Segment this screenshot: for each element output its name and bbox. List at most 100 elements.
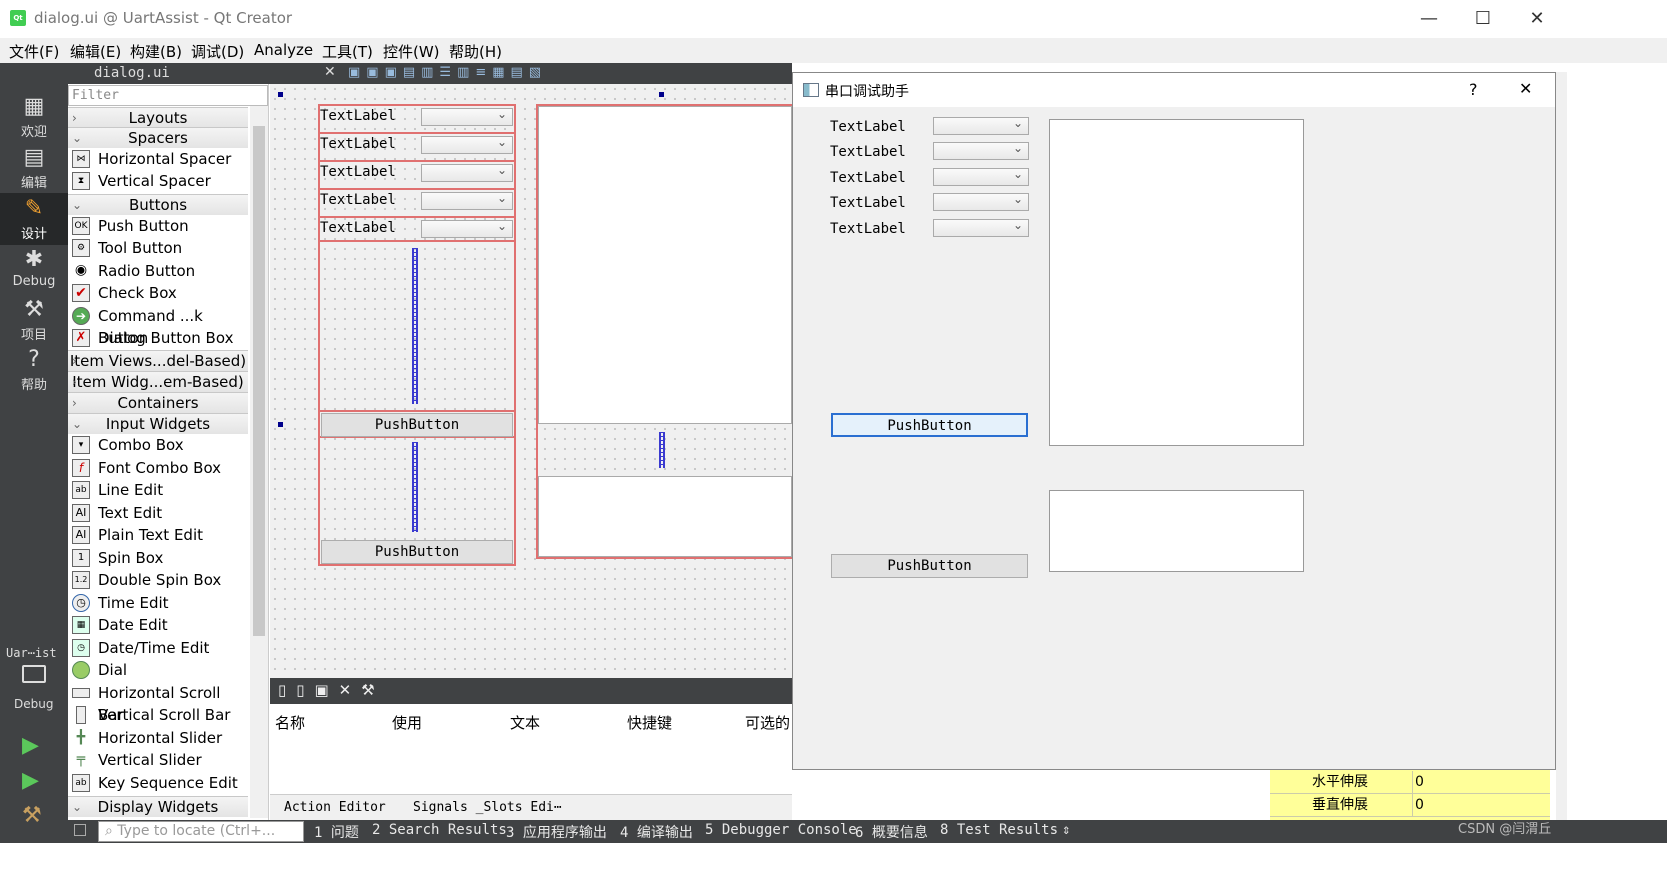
- tab-compile-output[interactable]: 4 编译输出: [620, 822, 693, 842]
- scrollbar-thumb[interactable]: [253, 126, 265, 636]
- menu-widgets[interactable]: 控件(W): [383, 41, 440, 62]
- more-tabs-icon[interactable]: ⇕: [1062, 822, 1070, 838]
- column-checkable[interactable]: 可选的: [745, 712, 790, 733]
- vertical-spacer[interactable]: [412, 442, 418, 532]
- widget-text-edit[interactable]: AI Text Edit: [68, 502, 248, 524]
- form-editor-canvas[interactable]: TextLabel ⌄ TextLabel ⌄ TextLabel ⌄ Text…: [270, 84, 792, 678]
- column-name[interactable]: 名称: [275, 712, 305, 733]
- category-layouts[interactable]: › Layouts: [68, 107, 248, 128]
- action-toolbar-icons[interactable]: ▯▯▣✕⚒: [278, 681, 385, 699]
- close-button[interactable]: ✕: [1514, 4, 1560, 34]
- tab-test-results[interactable]: 8 Test Results: [940, 822, 1058, 838]
- tab-application-output[interactable]: 3 应用程序输出: [506, 822, 607, 842]
- widget-dial[interactable]: Dial: [68, 659, 248, 681]
- form-combo-box[interactable]: ⌄: [421, 219, 513, 238]
- widget-double-spin-box[interactable]: 1.2 Double Spin Box: [68, 569, 248, 591]
- debug-run-icon[interactable]: ▶: [22, 768, 39, 793]
- form-push-button[interactable]: PushButton: [321, 540, 513, 564]
- tab-search-results[interactable]: 2 Search Results: [372, 822, 507, 838]
- widget-line-edit[interactable]: ab Line Edit: [68, 479, 248, 501]
- preview-combo-box[interactable]: ⌄: [933, 141, 1029, 160]
- menu-file[interactable]: 文件(F): [9, 41, 59, 62]
- category-input-widgets[interactable]: ⌄ Input Widgets: [68, 413, 248, 434]
- tab-issues[interactable]: 1 问题: [314, 822, 359, 842]
- widget-datetime-edit[interactable]: ◷ Date/Time Edit: [68, 637, 248, 659]
- widget-spin-box[interactable]: 1 Spin Box: [68, 547, 248, 569]
- vertical-spacer[interactable]: [659, 432, 665, 468]
- menu-tools[interactable]: 工具(T): [322, 41, 373, 62]
- property-value[interactable]: 0: [1412, 771, 1424, 793]
- tab-debugger-console[interactable]: 5 Debugger Console: [705, 822, 857, 838]
- minimize-button[interactable]: —: [1406, 4, 1452, 34]
- build-hammer-icon[interactable]: ⚒: [22, 803, 42, 828]
- document-filename[interactable]: dialog.ui: [94, 65, 170, 81]
- selection-handle[interactable]: [278, 92, 283, 97]
- tab-action-editor[interactable]: Action Editor: [284, 800, 386, 815]
- mode-edit[interactable]: ▤ 编辑: [0, 142, 68, 194]
- widget-dialog-button-box[interactable]: ✗ Dialog Button Box: [68, 327, 248, 349]
- preview-combo-box[interactable]: ⌄: [933, 218, 1029, 237]
- widget-vertical-slider[interactable]: ╤ Vertical Slider: [68, 749, 248, 771]
- widget-key-sequence-edit[interactable]: ab Key Sequence Edit: [68, 772, 248, 794]
- column-text[interactable]: 文本: [510, 712, 540, 733]
- preview-combo-box[interactable]: ⌄: [933, 116, 1029, 135]
- monitor-icon[interactable]: [22, 665, 46, 683]
- menu-debug[interactable]: 调试(D): [191, 41, 244, 62]
- form-text-label[interactable]: TextLabel: [320, 136, 396, 152]
- widget-vertical-spacer[interactable]: ⧗ Vertical Spacer: [68, 170, 248, 192]
- form-text-edit-bottom[interactable]: [538, 476, 792, 557]
- form-text-label[interactable]: TextLabel: [320, 108, 396, 124]
- form-text-label[interactable]: TextLabel: [320, 220, 396, 236]
- layout-toolbar-icons[interactable]: ▣▣▣▤▥☰▥≡▦▤▧: [348, 65, 547, 80]
- widget-radio-button[interactable]: ◉ Radio Button: [68, 260, 248, 282]
- form-combo-box[interactable]: ⌄: [421, 191, 513, 210]
- widget-horizontal-slider[interactable]: ╋ Horizontal Slider: [68, 727, 248, 749]
- widget-tool-button[interactable]: ⚙ Tool Button: [68, 237, 248, 259]
- menu-build[interactable]: 构建(B): [130, 41, 182, 62]
- vertical-spacer[interactable]: [412, 248, 418, 404]
- property-row[interactable]: 垂直伸展 0: [1270, 794, 1550, 817]
- category-buttons[interactable]: ⌄ Buttons: [68, 194, 248, 215]
- preview-combo-box[interactable]: ⌄: [933, 167, 1029, 186]
- category-display-widgets[interactable]: ⌄ Display Widgets: [68, 796, 248, 817]
- form-push-button[interactable]: PushButton: [321, 413, 513, 437]
- mode-help[interactable]: ? 帮助: [0, 344, 68, 396]
- form-text-label[interactable]: TextLabel: [320, 164, 396, 180]
- locator-input[interactable]: ⌕ Type to locate (Ctrl+...: [98, 821, 304, 842]
- selection-handle[interactable]: [278, 422, 283, 427]
- preview-text-edit-top[interactable]: [1049, 119, 1304, 446]
- category-containers[interactable]: › Containers: [68, 392, 248, 413]
- form-text-edit-top[interactable]: [538, 106, 792, 424]
- widget-plain-text-edit[interactable]: AI Plain Text Edit: [68, 524, 248, 546]
- widget-vertical-scroll-bar[interactable]: Vertical Scroll Bar: [68, 704, 248, 726]
- help-button[interactable]: ?: [1469, 80, 1478, 99]
- widget-push-button[interactable]: OK Push Button: [68, 215, 248, 237]
- preview-push-button[interactable]: PushButton: [831, 554, 1028, 578]
- widget-horizontal-scroll-bar[interactable]: Horizontal Scroll Bar: [68, 682, 248, 724]
- widget-check-box[interactable]: ✔ Check Box: [68, 282, 248, 304]
- run-icon[interactable]: ▶: [22, 733, 39, 758]
- menu-analyze[interactable]: Analyze: [254, 41, 313, 59]
- widget-combo-box[interactable]: ▾ Combo Box: [68, 434, 248, 456]
- mode-projects[interactable]: ⚒ 项目: [0, 294, 68, 346]
- widget-filter-input[interactable]: Filter: [68, 85, 268, 106]
- property-scrollbar[interactable]: [1556, 72, 1567, 822]
- category-spacers[interactable]: ⌄ Spacers: [68, 127, 248, 148]
- column-used[interactable]: 使用: [392, 712, 422, 733]
- menu-edit[interactable]: 编辑(E): [70, 41, 121, 62]
- close-document-icon[interactable]: ✕: [324, 64, 336, 80]
- category-item-widgets[interactable]: › Item Widg...em-Based): [68, 371, 248, 392]
- widget-command-link-button[interactable]: ➔ Command ...k Button: [68, 305, 248, 347]
- form-text-label[interactable]: TextLabel: [320, 192, 396, 208]
- widget-date-edit[interactable]: ▦ Date Edit: [68, 614, 248, 636]
- menu-help[interactable]: 帮助(H): [449, 41, 502, 62]
- selection-handle[interactable]: [659, 92, 664, 97]
- widget-font-combo-box[interactable]: f Font Combo Box: [68, 457, 248, 479]
- maximize-button[interactable]: ☐: [1460, 4, 1506, 34]
- preview-text-edit-bottom[interactable]: [1049, 490, 1304, 572]
- preview-close-button[interactable]: ✕: [1519, 79, 1532, 98]
- category-item-views[interactable]: › Item Views...del-Based): [68, 350, 248, 371]
- widget-time-edit[interactable]: ◷ Time Edit: [68, 592, 248, 614]
- mode-welcome[interactable]: ▦ 欢迎: [0, 91, 68, 143]
- form-combo-box[interactable]: ⌄: [421, 163, 513, 182]
